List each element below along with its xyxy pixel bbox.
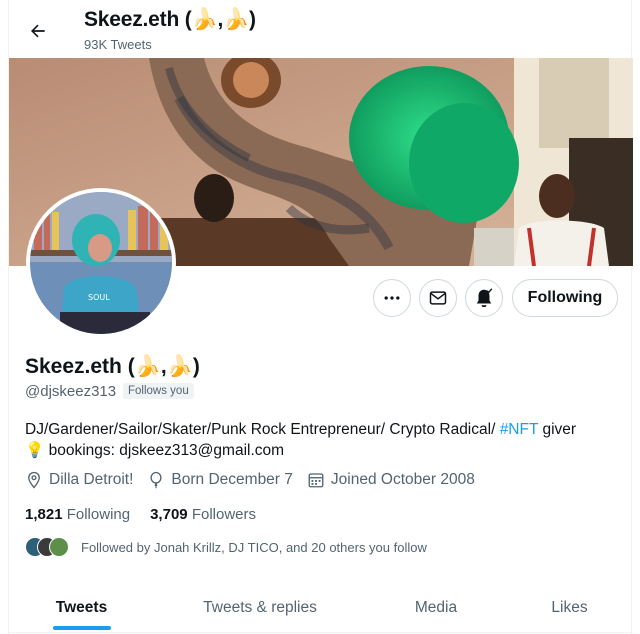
display-name: Skeez.eth (🍌,🍌)	[25, 355, 200, 378]
followers-link[interactable]: 3,709 Followers	[150, 506, 256, 523]
message-button[interactable]	[419, 279, 457, 317]
tab-label: Tweets	[55, 599, 108, 616]
avatar[interactable]: SOUL	[26, 188, 176, 338]
more-icon	[384, 296, 400, 300]
location: Dilla Detroit!	[25, 471, 133, 489]
svg-text:SOUL: SOUL	[88, 293, 110, 302]
followers-label: Followers	[191, 506, 256, 523]
active-tab-indicator	[52, 626, 111, 630]
followers-count: 3,709	[150, 506, 188, 523]
envelope-icon	[429, 291, 447, 305]
follow-stats: 1,821 Following 3,709 Followers	[25, 506, 276, 523]
handle: @djskeez313	[25, 383, 117, 400]
bio-text: DJ/Gardener/Sailor/Skater/Punk Rock Entr…	[25, 421, 500, 438]
bio: DJ/Gardener/Sailor/Skater/Punk Rock Entr…	[25, 419, 625, 461]
tweet-count: 93K Tweets	[84, 37, 152, 52]
tab-likes[interactable]: Likes	[506, 583, 633, 633]
joined-text: Joined October 2008	[330, 471, 475, 488]
tab-media[interactable]: Media	[366, 583, 506, 633]
location-text: Dilla Detroit!	[49, 471, 134, 488]
header-title: Skeez.eth (🍌,🍌)	[84, 8, 256, 31]
tab-label: Media	[414, 599, 458, 616]
more-button[interactable]	[373, 279, 411, 317]
back-button[interactable]	[23, 16, 53, 46]
followed-by-text: Followed by Jonah Krillz, DJ TICO, and 2…	[81, 539, 427, 555]
tab-tweets-replies[interactable]: Tweets & replies	[154, 583, 366, 633]
notifications-button[interactable]	[465, 279, 503, 317]
profile-page: Skeez.eth (🍌,🍌) 93K Tweets SOUL Followin…	[8, 0, 633, 634]
bell-icon	[476, 288, 493, 308]
profile-tabs: Tweets Tweets & replies Media Likes	[9, 583, 633, 633]
birthday: Born December 7	[147, 471, 293, 489]
top-bar: Skeez.eth (🍌,🍌) 93K Tweets	[9, 0, 633, 58]
following-label: Following	[66, 506, 131, 523]
bio-bookings: 💡 bookings: djskeez313@gmail.com	[25, 442, 285, 459]
profile-meta: Dilla Detroit! Born December 7 Joined Oc…	[25, 471, 489, 489]
bio-text-end: giver	[538, 421, 577, 438]
following-button[interactable]: Following	[512, 279, 618, 317]
birthday-text: Born December 7	[171, 471, 293, 488]
following-link[interactable]: 1,821 Following	[25, 506, 130, 523]
calendar-icon	[308, 473, 324, 488]
arrow-left-icon	[31, 24, 45, 38]
tab-label: Likes	[551, 599, 588, 616]
joined-date: Joined October 2008	[307, 471, 475, 489]
location-pin-icon	[28, 471, 40, 489]
balloon-icon	[150, 471, 162, 489]
follower-avatar	[49, 537, 69, 557]
follows-you-badge: Follows you	[123, 383, 194, 399]
following-count: 1,821	[25, 506, 63, 523]
tab-label: Tweets & replies	[203, 599, 317, 616]
followed-by[interactable]: Followed by Jonah Krillz, DJ TICO, and 2…	[25, 537, 427, 557]
hashtag-link[interactable]: #NFT	[500, 421, 538, 438]
tab-tweets[interactable]: Tweets	[9, 583, 154, 633]
